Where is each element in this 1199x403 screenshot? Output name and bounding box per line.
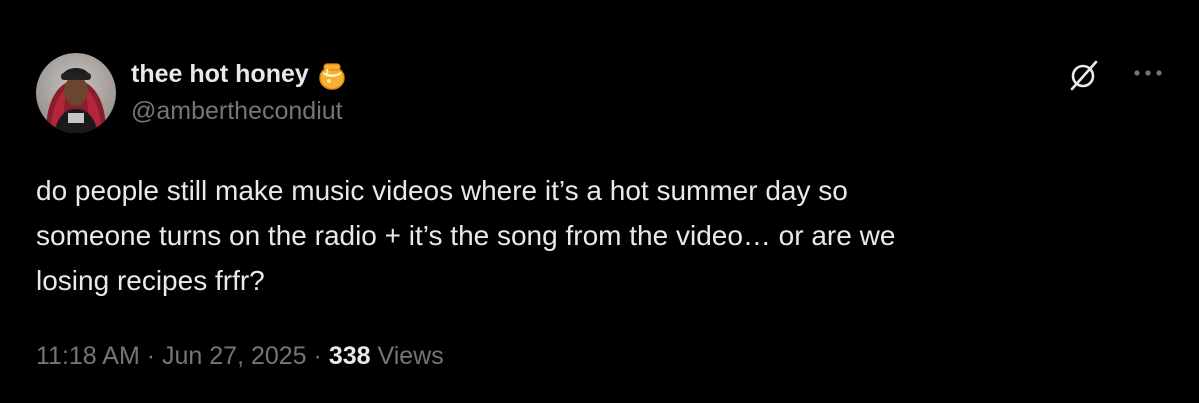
author-name-row[interactable]: thee hot honey bbox=[131, 58, 347, 90]
views-count: 338 bbox=[328, 342, 371, 370]
meta-separator: · bbox=[146, 342, 156, 370]
grok-slash-icon[interactable] bbox=[1067, 58, 1101, 92]
tweet-time: 11:18 AM bbox=[36, 342, 140, 370]
meta-separator: · bbox=[313, 342, 322, 370]
more-dots-icon[interactable] bbox=[1132, 67, 1164, 79]
tweet-text: do people still make music videos where … bbox=[36, 175, 896, 296]
tweet-meta: 11:18 AM · Jun 27, 2025 · 338 Views bbox=[36, 342, 444, 371]
tweet-date: Jun 27, 2025 bbox=[162, 342, 307, 370]
avatar-image bbox=[36, 53, 116, 133]
timestamp-link[interactable]: 11:18 AM · Jun 27, 2025 bbox=[36, 342, 307, 370]
honey-pot-icon bbox=[319, 63, 345, 90]
views-label: Views bbox=[377, 342, 444, 370]
author-handle[interactable]: @amberthecondiut bbox=[131, 97, 343, 126]
display-name[interactable]: thee hot honey bbox=[131, 60, 309, 89]
avatar[interactable] bbox=[36, 53, 116, 133]
tweet-card: thee hot honey @amberthecondiut do peopl… bbox=[0, 0, 1199, 403]
